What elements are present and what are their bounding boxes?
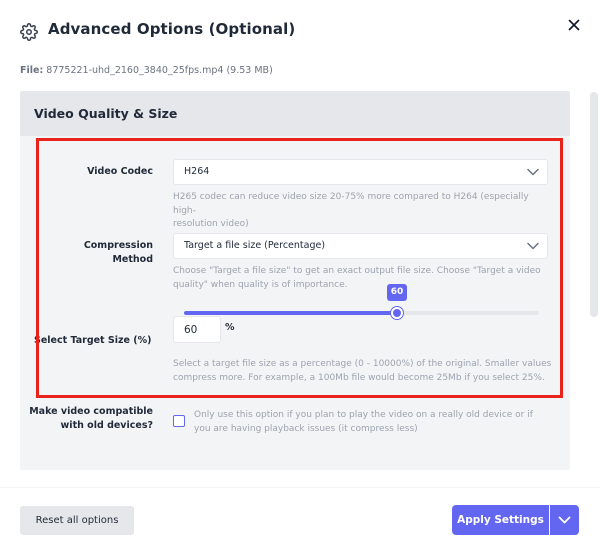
compat-help: Only use this option if you plan to play… [194,409,554,436]
highlight-box [36,138,563,398]
panel-header: Video Quality & Size [20,91,570,136]
apply-settings-button[interactable]: Apply Settings [452,505,549,535]
compat-label: Make video compatible with old devices? [20,405,153,433]
compat-checkbox[interactable] [173,415,185,427]
dialog-title: Advanced Options (Optional) [48,20,296,38]
section-title: Video Quality & Size [34,106,178,121]
file-label: File: [20,65,44,76]
compat-help-line1: Only use this option if you plan to play… [194,410,533,420]
scrollbar[interactable] [590,92,598,317]
chevron-down-icon [558,516,571,524]
reset-options-button[interactable]: Reset all options [20,506,134,535]
compat-label-line1: Make video compatible [29,406,153,417]
file-name: 8775221-uhd_2160_3840_25fps.mp4 (9.53 MB… [46,65,273,76]
apply-settings-dropdown[interactable] [550,505,579,535]
close-icon[interactable] [565,16,583,34]
footer-divider [0,487,600,488]
file-info: File: 8775221-uhd_2160_3840_25fps.mp4 (9… [20,65,273,76]
compat-help-line2: you are having playback issues (it compr… [194,423,418,434]
gear-icon [20,23,38,41]
compat-label-line2: with old devices? [60,420,153,431]
dialog-header: Advanced Options (Optional) [0,0,600,60]
